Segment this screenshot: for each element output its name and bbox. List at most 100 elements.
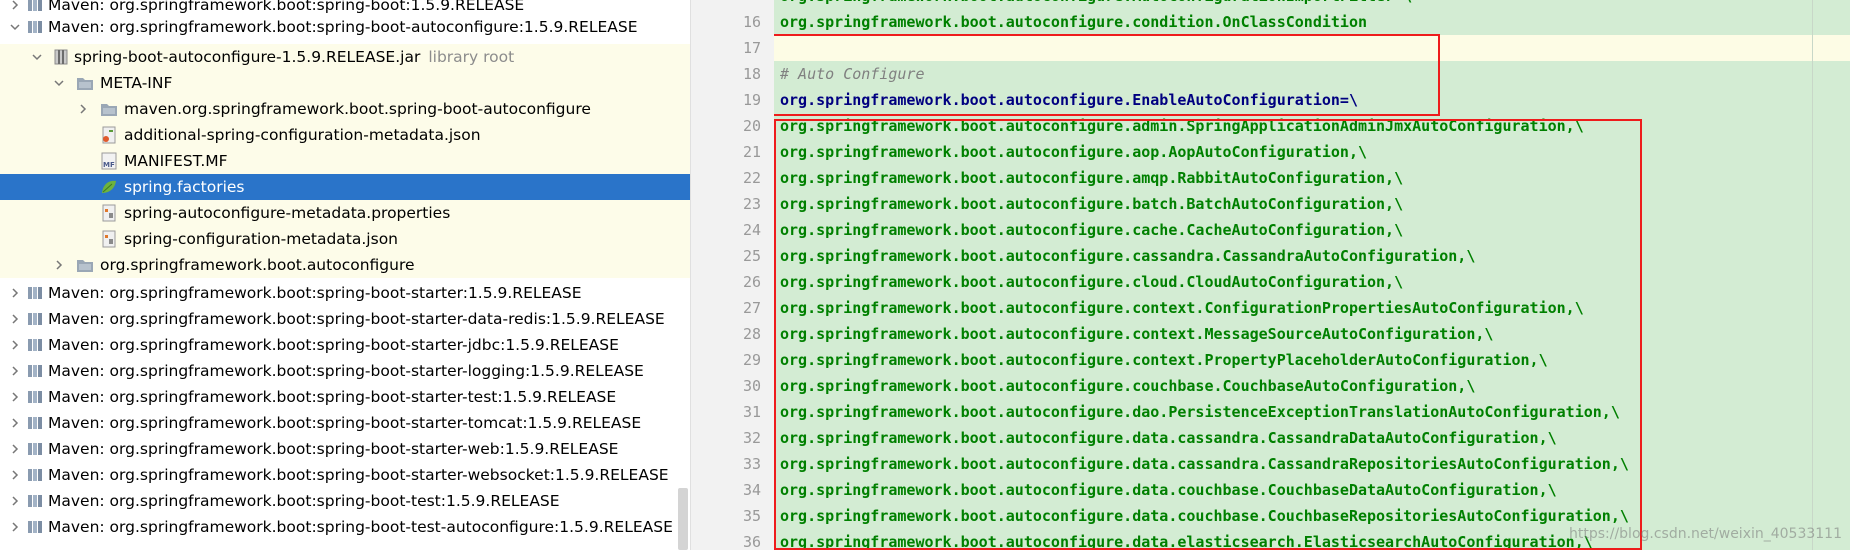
line-number: 24 [742,221,761,239]
tree-item-starter-logging[interactable]: Maven: org.springframework.boot:spring-b… [0,358,690,384]
chevron-right-icon[interactable] [8,494,22,508]
watermark: https://blog.csdn.net/weixin_40533111 [1568,526,1842,542]
tree-item-label: Maven: org.springframework.boot:spring-b… [48,414,642,432]
library-icon [28,417,42,429]
tree-item-label: Maven: org.springframework.boot:spring-b… [48,284,582,302]
line-number: 17 [742,39,761,57]
chevron-right-icon[interactable] [8,416,22,430]
line-number: 35 [742,507,761,525]
line-number: 31 [742,403,761,421]
library-icon [28,391,42,403]
folder-icon [77,78,93,90]
chevron-right-icon[interactable] [8,286,22,300]
tree-item-meta-inf[interactable]: META-INF [0,70,690,96]
tree-item-spring-boot-starter[interactable]: Maven: org.springframework.boot:spring-b… [0,280,690,306]
tree-item-label: Maven: org.springframework.boot:spring-b… [48,388,617,406]
package-folder-icon [77,260,93,272]
tree-item-label: MANIFEST.MF [124,152,228,170]
tree-item-starter-jdbc[interactable]: Maven: org.springframework.boot:spring-b… [0,332,690,358]
tree-item-label: org.springframework.boot.autoconfigure [100,256,415,274]
chevron-right-icon[interactable] [8,390,22,404]
tree-scrollbar-thumb[interactable] [678,488,688,550]
tree-item-label: maven.org.springframework.boot.spring-bo… [124,100,591,118]
chevron-right-icon[interactable] [76,102,90,116]
chevron-right-icon[interactable] [8,312,22,326]
tree-item-label: Maven: org.springframework.boot:spring-b… [48,0,525,14]
line-number: 27 [742,299,761,317]
line-number: 34 [742,481,761,499]
line-number: 33 [742,455,761,473]
line-number: 26 [742,273,761,291]
project-tree: Maven: org.springframework.boot:spring-b… [0,0,690,550]
library-icon [28,495,42,507]
tree-item-starter-data-redis[interactable]: Maven: org.springframework.boot:spring-b… [0,306,690,332]
library-icon [28,365,42,377]
right-margin-guide [1812,0,1813,550]
tree-item-text: spring-boot-autoconfigure-1.5.9.RELEASE.… [74,47,514,67]
code-line[interactable]: org.springframework.boot.autoconfigure.c… [780,9,1367,35]
tree-item-label: Maven: org.springframework.boot:spring-b… [48,362,644,380]
tree-item-label: spring-boot-autoconfigure-1.5.9.RELEASE.… [74,48,421,66]
manifest-file-icon: MF [101,152,117,170]
tree-item-additional-metadata[interactable]: additional-spring-configuration-metadata… [0,122,690,148]
tree-item-label: spring-autoconfigure-metadata.properties [124,204,451,222]
line-number: 29 [742,351,761,369]
library-icon [28,443,42,455]
line-number: 19 [742,91,761,109]
line-number-gutter: 16 17 18 19 20 21 22 23 24 25 26 27 28 2… [690,0,774,550]
tree-item-starter-test[interactable]: Maven: org.springframework.boot:spring-b… [0,384,690,410]
tree-item-jar[interactable]: spring-boot-autoconfigure-1.5.9.RELEASE.… [0,44,690,70]
jar-icon [54,49,68,65]
tree-item-autoconfigure-package[interactable]: org.springframework.boot.autoconfigure [0,252,690,278]
line-number: 20 [742,117,761,135]
line-number: 30 [742,377,761,395]
tree-item-autoconfigure-metadata[interactable]: spring-autoconfigure-metadata.properties [0,200,690,226]
tree-item-label: spring-configuration-metadata.json [124,230,398,248]
chevron-down-icon[interactable] [8,20,22,34]
line-number: 23 [742,195,761,213]
library-icon [28,313,42,325]
tree-item-spring-boot-test[interactable]: Maven: org.springframework.boot:spring-b… [0,488,690,514]
line-number: 22 [742,169,761,187]
chevron-right-icon[interactable] [52,258,66,272]
json-file-icon [102,230,116,248]
chevron-right-icon[interactable] [8,338,22,352]
tree-item-maven-folder[interactable]: maven.org.springframework.boot.spring-bo… [0,96,690,122]
tree-item-label: Maven: org.springframework.boot:spring-b… [48,18,638,36]
tree-item-label: additional-spring-configuration-metadata… [124,126,481,144]
tree-item-spring-factories[interactable]: spring.factories [0,174,690,200]
tree-item-starter-tomcat[interactable]: Maven: org.springframework.boot:spring-b… [0,410,690,436]
tree-item-label: spring.factories [124,178,245,196]
chevron-right-icon[interactable] [8,520,22,534]
tree-item-manifest[interactable]: MF MANIFEST.MF [0,148,690,174]
chevron-right-icon[interactable] [8,0,22,12]
tree-item-starter-websocket[interactable]: Maven: org.springframework.boot:spring-b… [0,462,690,488]
library-icon [28,469,42,481]
library-icon [28,287,42,299]
line-number: 16 [742,13,761,31]
tree-item-label: Maven: org.springframework.boot:spring-b… [48,492,560,510]
properties-file-icon [102,204,116,222]
library-icon [28,339,42,351]
tree-item-label: Maven: org.springframework.boot:spring-b… [48,518,673,536]
tree-item-configuration-metadata[interactable]: spring-configuration-metadata.json [0,226,690,252]
folder-icon [101,104,117,116]
chevron-down-icon[interactable] [30,50,44,64]
line-number: 21 [742,143,761,161]
tree-item-test-autoconfigure[interactable]: Maven: org.springframework.boot:spring-b… [0,514,690,540]
library-icon [28,21,42,33]
library-icon [28,0,42,11]
line-number: 28 [742,325,761,343]
code-editor[interactable]: org.springframework.boot.autoconfigure.A… [774,0,1850,550]
annotation-box-header [774,34,1440,116]
chevron-right-icon[interactable] [8,364,22,378]
line-number: 18 [742,65,761,83]
line-number: 36 [742,533,761,550]
tree-item-starter-web[interactable]: Maven: org.springframework.boot:spring-b… [0,436,690,462]
chevron-down-icon[interactable] [52,76,66,90]
chevron-right-icon[interactable] [8,442,22,456]
tree-item-label: Maven: org.springframework.boot:spring-b… [48,310,665,328]
tree-item-spring-boot-autoconfigure[interactable]: Maven: org.springframework.boot:spring-b… [0,14,690,40]
code-line-partial[interactable]: org.springframework.boot.autoconfigure.A… [780,0,1412,9]
chevron-right-icon[interactable] [8,468,22,482]
